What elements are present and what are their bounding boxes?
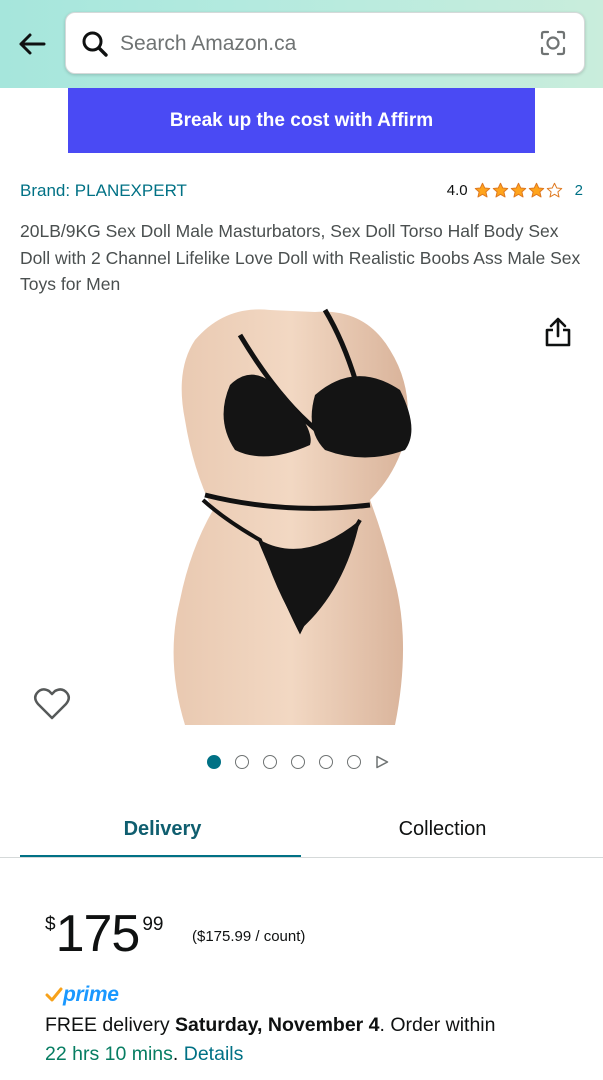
delivery-message: FREE delivery Saturday, November 4. Orde… bbox=[45, 1014, 495, 1037]
affirm-banner-button[interactable]: Break up the cost with Affirm bbox=[68, 88, 535, 153]
product-image[interactable] bbox=[165, 300, 435, 725]
carousel-dot[interactable] bbox=[347, 755, 361, 769]
price-whole: 175 bbox=[55, 905, 141, 963]
back-arrow-icon[interactable] bbox=[14, 26, 50, 62]
unit-price: ($175.99 / count) bbox=[192, 928, 306, 945]
carousel-dot[interactable] bbox=[235, 755, 249, 769]
price-fraction: 99 bbox=[142, 914, 164, 935]
rating-value: 4.0 bbox=[446, 182, 468, 199]
star-filled-icon bbox=[510, 182, 526, 198]
order-countdown: 22 hrs 10 mins. Details bbox=[45, 1043, 243, 1066]
heart-icon[interactable] bbox=[33, 686, 71, 722]
delivery-date: Saturday, November 4 bbox=[175, 1014, 380, 1036]
search-icon[interactable] bbox=[80, 29, 110, 59]
countdown-separator: . bbox=[172, 1043, 184, 1065]
brand-link[interactable]: Brand: PLANEXPERT bbox=[20, 181, 187, 201]
share-icon[interactable] bbox=[541, 315, 575, 349]
carousel-dot[interactable] bbox=[291, 755, 305, 769]
carousel-dot[interactable] bbox=[319, 755, 333, 769]
rating-count[interactable]: 2 bbox=[575, 182, 583, 199]
price-currency-symbol: $ bbox=[45, 914, 56, 935]
top-header bbox=[0, 0, 603, 88]
search-box[interactable] bbox=[65, 12, 585, 74]
tab-delivery[interactable]: Delivery bbox=[12, 800, 313, 858]
star-rating bbox=[474, 182, 563, 199]
tab-divider bbox=[0, 857, 603, 858]
price: $ 175 99 bbox=[45, 906, 163, 962]
delivery-suffix: . Order within bbox=[379, 1014, 496, 1036]
rating-summary[interactable]: 4.0 2 bbox=[447, 182, 583, 199]
carousel-dot[interactable] bbox=[207, 755, 221, 769]
star-filled-icon bbox=[528, 182, 544, 198]
countdown-time: 22 hrs 10 mins bbox=[45, 1043, 173, 1065]
camera-lens-icon[interactable] bbox=[538, 28, 568, 58]
details-link[interactable]: Details bbox=[184, 1043, 244, 1065]
product-title: 20LB/9KG Sex Doll Male Masturbators, Sex… bbox=[20, 221, 581, 294]
carousel-dot[interactable] bbox=[263, 755, 277, 769]
tab-collection[interactable]: Collection bbox=[292, 800, 593, 858]
star-filled-icon bbox=[474, 182, 490, 198]
image-carousel-indicator bbox=[207, 755, 389, 769]
prime-label: prime bbox=[63, 983, 119, 1006]
delivery-prefix: FREE delivery bbox=[45, 1014, 176, 1036]
star-filled-icon bbox=[492, 182, 508, 198]
prime-badge: prime bbox=[45, 983, 119, 1007]
affirm-banner-label: Break up the cost with Affirm bbox=[169, 109, 434, 131]
play-icon[interactable] bbox=[375, 755, 389, 769]
prime-check-icon bbox=[45, 986, 63, 1004]
search-input[interactable] bbox=[120, 26, 520, 62]
star-empty-icon bbox=[546, 182, 562, 198]
